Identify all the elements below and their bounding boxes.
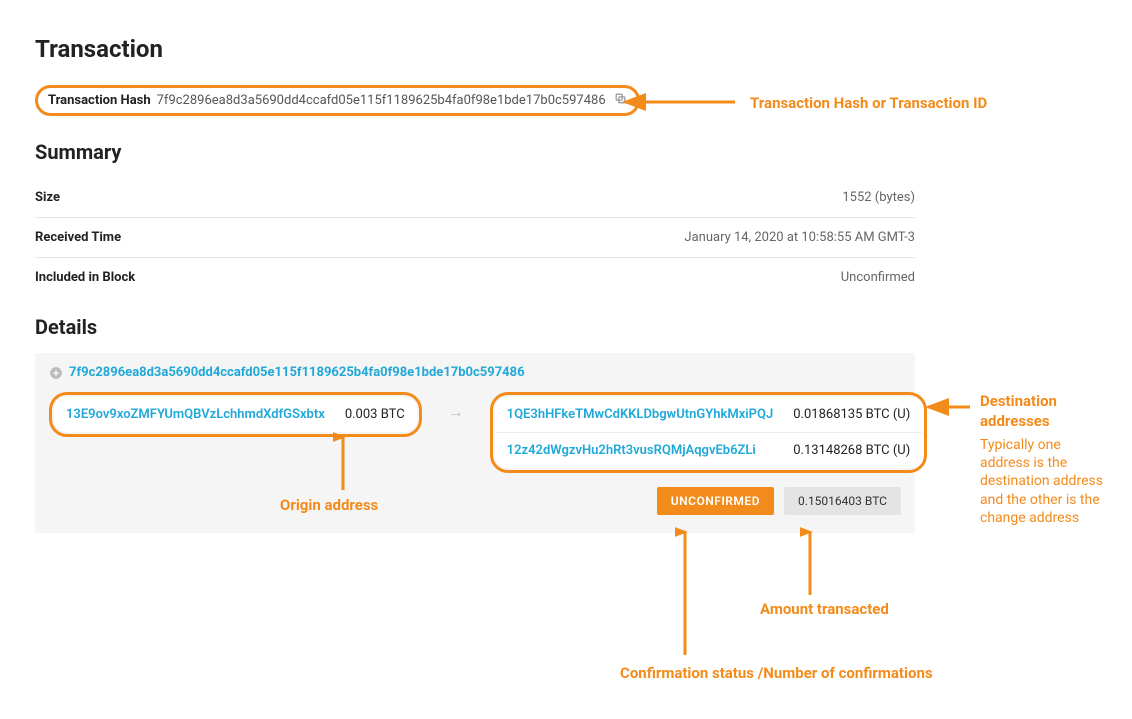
summary-key: Received Time xyxy=(35,230,121,245)
input-address[interactable]: 13E9ov9xoZMFYUmQBVzLchhmdXdfGSxbtx xyxy=(66,407,325,422)
summary-table: Size 1552 (bytes) Received Time January … xyxy=(35,178,915,297)
page-title: Transaction xyxy=(35,35,915,63)
details-hash-row: 7f9c2896ea8d3a5690dd4ccafd05e115f1189625… xyxy=(49,365,901,380)
output-amount: 0.13148268 BTC (U) xyxy=(793,443,910,458)
anno-origin: Origin address xyxy=(280,496,378,516)
output-row: 1QE3hHFkeTMwCdKKLDbgwUtnGYhkMxiPQJ 0.018… xyxy=(495,397,923,432)
status-row: UNCONFIRMED 0.15016403 BTC xyxy=(49,487,901,515)
output-group: 1QE3hHFkeTMwCdKKLDbgwUtnGYhkMxiPQJ 0.018… xyxy=(490,392,928,473)
arrow-icon xyxy=(675,520,695,660)
expand-icon[interactable] xyxy=(49,366,63,380)
confirmation-badge: UNCONFIRMED xyxy=(657,487,774,515)
transaction-hash-row: Transaction Hash 7f9c2896ea8d3a5690dd4cc… xyxy=(35,85,640,116)
summary-key: Size xyxy=(35,190,60,205)
io-row: 13E9ov9xoZMFYUmQBVzLchhmdXdfGSxbtx 0.003… xyxy=(49,392,901,473)
arrow-right-icon: → xyxy=(436,392,476,422)
summary-value: Unconfirmed xyxy=(841,270,915,285)
summary-row-block: Included in Block Unconfirmed xyxy=(35,258,915,297)
details-hash[interactable]: 7f9c2896ea8d3a5690dd4ccafd05e115f1189625… xyxy=(69,365,525,380)
anno-confirm: Confirmation status /Number of confirmat… xyxy=(620,664,933,684)
output-amount: 0.01868135 BTC (U) xyxy=(793,407,910,422)
input-amount: 0.003 BTC xyxy=(345,407,405,422)
anno-amount: Amount transacted xyxy=(760,600,889,620)
anno-dest-title: Destination addresses xyxy=(980,392,1110,431)
output-row: 12z42dWgzvHu2hRt3vusRQMjAqgvEb6ZLi 0.131… xyxy=(495,432,923,468)
total-amount-badge: 0.15016403 BTC xyxy=(784,487,901,515)
details-heading: Details xyxy=(35,315,915,339)
output-address[interactable]: 12z42dWgzvHu2hRt3vusRQMjAqgvEb6ZLi xyxy=(507,443,756,458)
output-address[interactable]: 1QE3hHFkeTMwCdKKLDbgwUtnGYhkMxiPQJ xyxy=(507,407,774,422)
summary-row-received: Received Time January 14, 2020 at 10:58:… xyxy=(35,218,915,258)
summary-value: 1552 (bytes) xyxy=(842,190,915,205)
anno-dest-sub: Typically one address is the destination… xyxy=(980,436,1110,527)
summary-row-size: Size 1552 (bytes) xyxy=(35,178,915,218)
details-box: 7f9c2896ea8d3a5690dd4ccafd05e115f1189625… xyxy=(35,353,915,533)
summary-value: January 14, 2020 at 10:58:55 AM GMT-3 xyxy=(684,230,915,245)
copy-icon[interactable] xyxy=(614,92,627,109)
input-row: 13E9ov9xoZMFYUmQBVzLchhmdXdfGSxbtx 0.003… xyxy=(54,397,417,432)
summary-heading: Summary xyxy=(35,140,915,164)
summary-key: Included in Block xyxy=(35,270,135,285)
anno-tx-hash: Transaction Hash or Transaction ID xyxy=(750,94,987,114)
tx-hash-value: 7f9c2896ea8d3a5690dd4ccafd05e115f1189625… xyxy=(157,93,606,108)
tx-hash-label: Transaction Hash xyxy=(48,93,151,108)
input-group: 13E9ov9xoZMFYUmQBVzLchhmdXdfGSxbtx 0.003… xyxy=(49,392,422,437)
